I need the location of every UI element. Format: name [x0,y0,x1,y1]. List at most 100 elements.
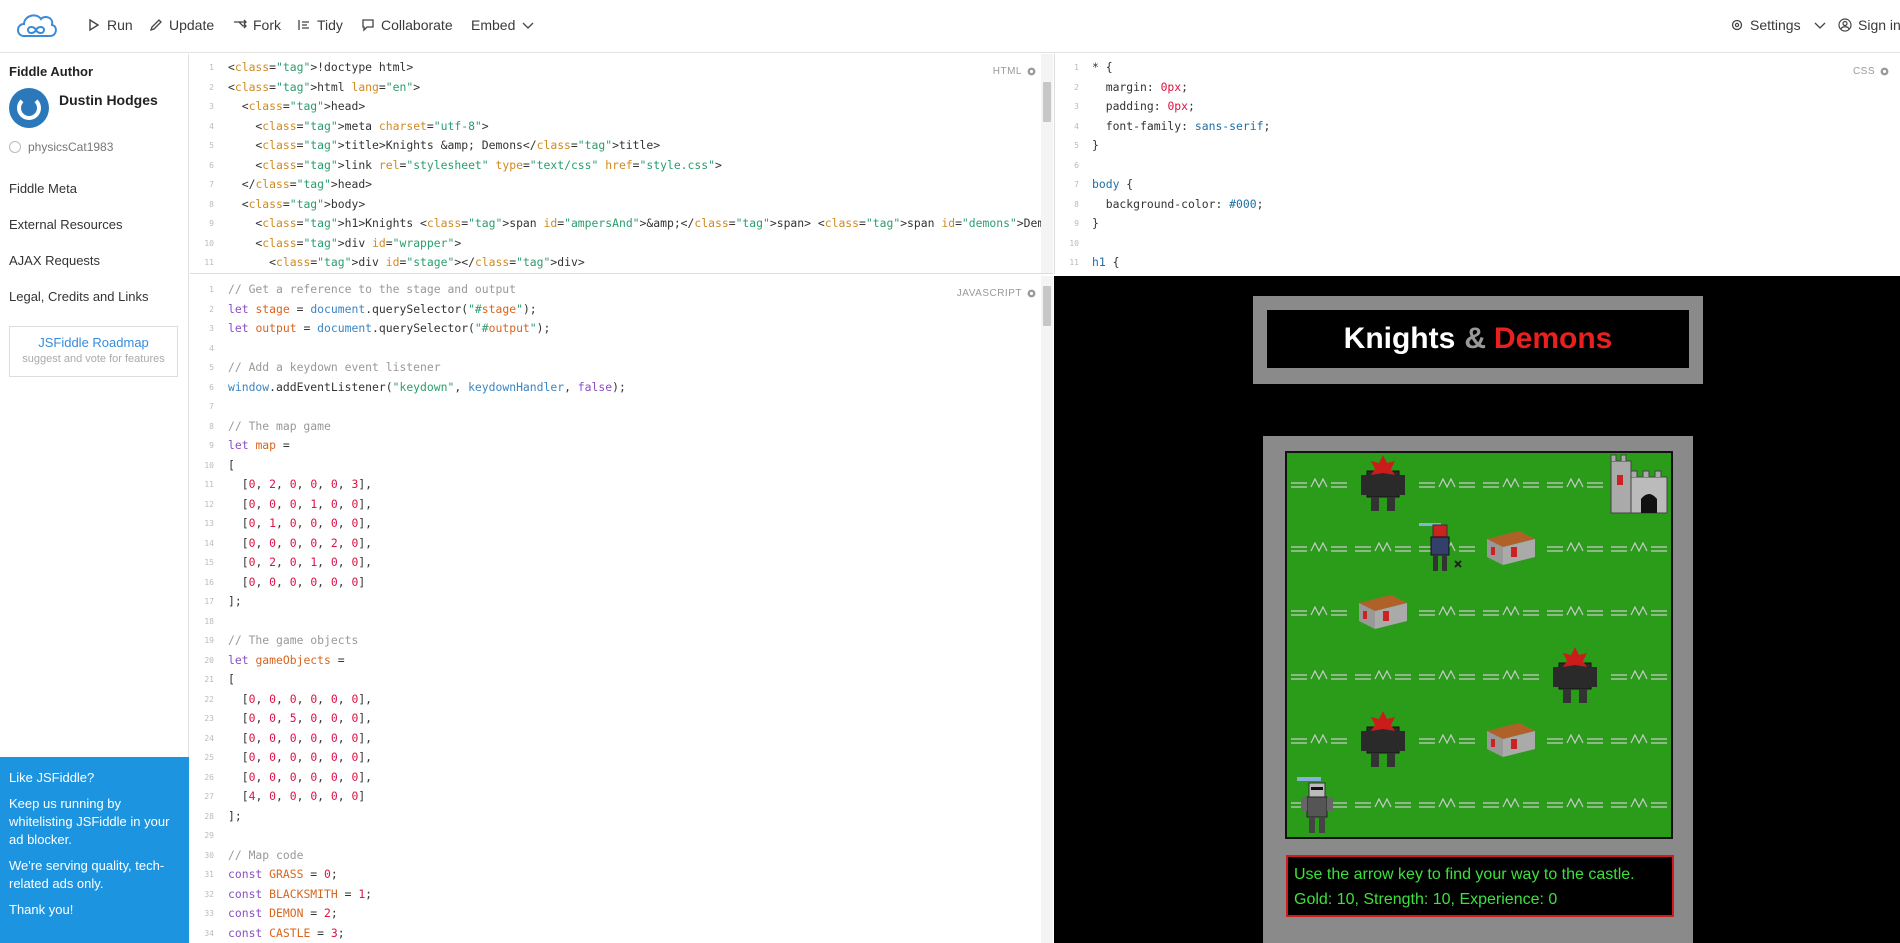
pencil-icon [149,19,162,32]
css-panel[interactable]: 1 2 3 4 5 6 7 8 9 10 11 * { margin: 0px; padding: … [1054,54,1900,274]
grass-tile [1287,581,1351,645]
update-label: Update [169,17,215,33]
js-gutter: 1 2 3 4 5 6 7 8 9 10 11 12 13 14 15 16 17 18 19 20 21 22 23 24 2… [204,285,214,938]
grass-tile [1543,453,1607,517]
html-gutter: 1 2 3 4 5 6 7 8 9 10 11 [204,63,214,267]
grass-tile [1543,517,1607,581]
grass-tile [1351,645,1415,709]
sidebar-item-external-resources[interactable]: External Resources [9,217,122,232]
sidebar-item-ajax-requests[interactable]: AJAX Requests [9,253,100,268]
output-message: Use the arrow key to find your way to th… [1294,866,1635,883]
promo-text: Keep us running by whitelisting JSFiddle… [9,796,170,847]
chevron-down-icon [1814,22,1826,29]
roadmap-link[interactable]: JSFiddle Roadmap suggest and vote for fe… [9,326,178,377]
grass-tile [1287,709,1351,773]
html-panel[interactable]: 1 2 3 4 5 6 7 8 9 10 11 <class="tag">!doctype html… [190,54,1053,274]
align-left-icon [298,20,309,30]
top-toolbar: Run Update Fork Tidy Collaborate Embed S… [0,0,1900,53]
collaborate-button[interactable]: Collaborate [361,17,453,33]
grass-tile [1543,773,1607,837]
demon-tile [1351,709,1415,773]
fork-button[interactable]: Fork [233,17,281,33]
tidy-button[interactable]: Tidy [297,17,343,33]
sign-in-button[interactable]: Sign in [1838,17,1900,33]
grass-tile [1479,453,1543,517]
gear-icon[interactable] [1026,66,1037,77]
game-title: Knights & Demons [1267,310,1689,368]
jsfiddle-logo[interactable] [14,10,58,42]
js-scrollbar[interactable] [1041,276,1053,943]
chevron-down-icon [522,22,534,29]
scroll-thumb[interactable] [1043,286,1051,326]
sign-in-label: Sign in [1858,17,1900,33]
play-icon [89,18,100,32]
blacksmith-tile [1351,581,1415,645]
grass-tile [1415,645,1479,709]
js-panel-label: JAVASCRIPT [957,288,1037,299]
sidebar: Fiddle Author Dustin Hodges physicsCat19… [0,54,189,943]
js-panel[interactable]: 1 2 3 4 5 6 7 8 9 10 11 12 13 14 15 16 17 18 19 20 21 22 23 24 2… [190,276,1053,943]
css-editor[interactable]: * { margin: 0px; padding: 0px; font-fami… [1092,58,1270,273]
fork-icon [234,19,247,29]
blacksmith-tile [1479,517,1543,581]
css-label: CSS [1852,66,1875,77]
grass-tile [1351,517,1415,581]
grass-tile [1607,517,1671,581]
sidebar-item-legal[interactable]: Legal, Credits and Links [9,289,148,304]
blacksmith-tile [1479,709,1543,773]
js-label: JAVASCRIPT [956,288,1022,299]
grass-tile [1543,709,1607,773]
grass-tile [1287,453,1351,517]
run-button[interactable]: Run [87,17,133,33]
player-knight [1415,517,1479,581]
title-knights: Knights [1343,322,1456,355]
html-scrollbar[interactable] [1041,54,1053,273]
chat-icon [362,19,374,32]
gear-icon[interactable] [1879,66,1890,77]
scroll-thumb[interactable] [1043,82,1051,122]
gear-icon[interactable] [1026,288,1037,299]
github-username: physicsCat1983 [28,140,114,154]
promo-box: Like JSFiddle? Keep us running by whitel… [0,757,189,943]
html-panel-label: HTML [993,66,1037,77]
enemy-knight [1287,773,1351,837]
settings-dropdown[interactable]: Settings [1730,17,1827,33]
fiddle-author-heading: Fiddle Author [9,64,94,79]
roadmap-title: JSFiddle Roadmap [38,335,149,350]
user-icon [1838,18,1852,32]
github-user[interactable]: physicsCat1983 [9,140,113,154]
promo-heading: Like JSFiddle? [9,770,95,785]
grass-tile [1287,645,1351,709]
demon-tile [1351,453,1415,517]
settings-label: Settings [1750,17,1801,33]
github-icon [9,141,21,153]
castle-tile [1607,453,1671,517]
grass-tile [1351,773,1415,837]
sidebar-item-fiddle-meta[interactable]: Fiddle Meta [9,181,77,196]
embed-dropdown[interactable]: Embed [471,17,535,33]
title-ampersand: & [1464,322,1486,355]
promo-thanks: Thank you! [9,902,74,917]
demon-tile [1543,645,1607,709]
css-panel-label: CSS [1853,66,1890,77]
game-output: Use the arrow key to find your way to th… [1286,855,1674,917]
gear-icon [1731,19,1743,31]
grass-tile [1607,773,1671,837]
promo-text: We're serving quality, tech-related ads … [9,858,165,891]
tidy-label: Tidy [317,17,343,33]
game-title-box: Knights & Demons [1253,296,1703,384]
update-button[interactable]: Update [149,17,214,33]
css-gutter: 1 2 3 4 5 6 7 8 9 10 11 [1069,63,1079,267]
power-icon [17,96,41,120]
game-wrapper: Use the arrow key to find your way to th… [1263,436,1693,943]
grass-tile [1415,709,1479,773]
collaborate-label: Collaborate [381,17,453,33]
html-editor[interactable]: <class="tag">!doctype html> <class="tag"… [228,58,1053,273]
output-stats: Gold: 10, Strength: 10, Experience: 0 [1294,891,1558,908]
game-stage [1285,451,1673,839]
author-name[interactable]: Dustin Hodges [59,92,158,108]
grass-tile [1479,773,1543,837]
js-editor[interactable]: // Get a reference to the stage and outp… [228,280,626,943]
title-demons: Demons [1493,322,1613,355]
fork-label: Fork [253,17,281,33]
